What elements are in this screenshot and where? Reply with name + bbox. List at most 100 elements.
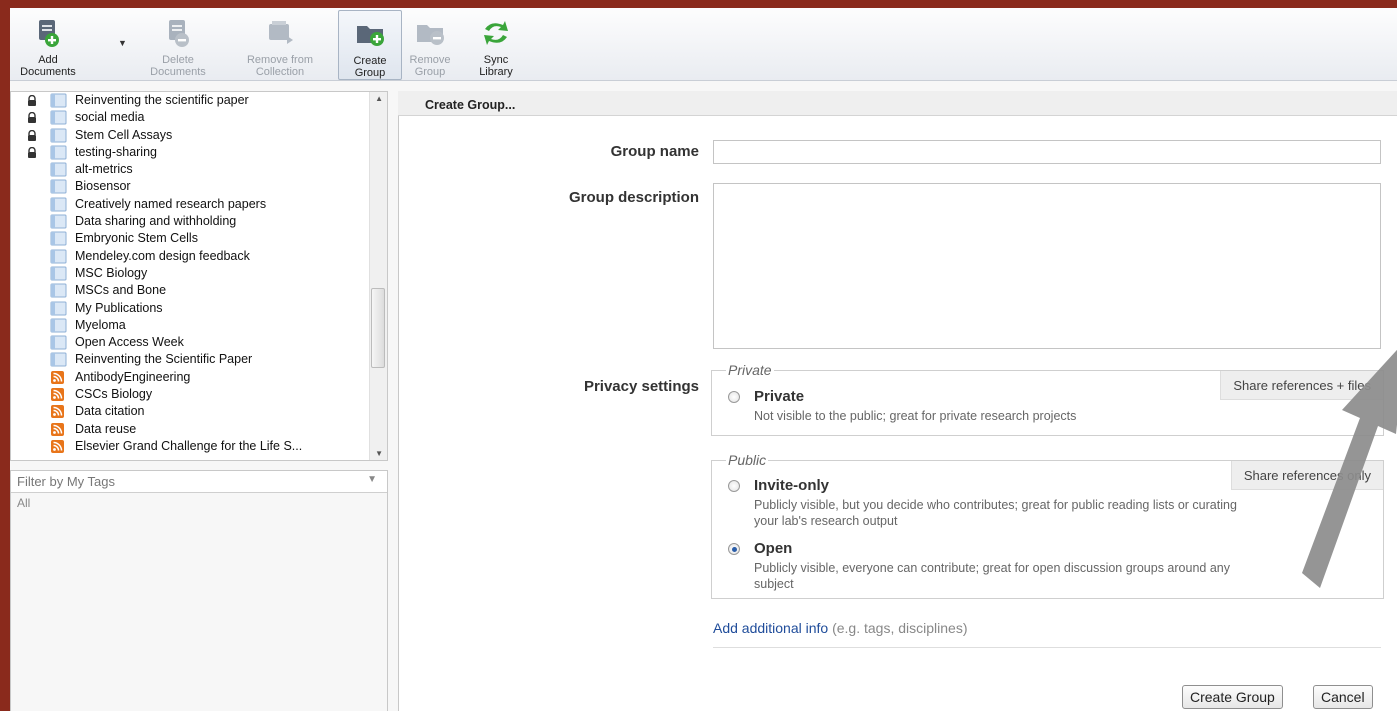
private-fieldset: Private Share references + files Private… — [711, 362, 1384, 436]
groups-scrollbar[interactable]: ▲ ▼ — [369, 92, 387, 460]
sidebar-group-item[interactable]: Elsevier Grand Challenge for the Life S.… — [11, 438, 387, 455]
sidebar-group-item[interactable]: Mendeley.com design feedback — [11, 248, 387, 265]
remove-group-button[interactable]: Remove Group — [404, 10, 456, 80]
lock-icon — [28, 129, 36, 141]
group-name-input[interactable] — [713, 140, 1381, 164]
rss-icon — [51, 439, 64, 453]
group-icon — [50, 214, 67, 229]
create-group-form: Group name Group description Privacy set… — [398, 116, 1397, 711]
mendeley-window: Add Documents ▼ Delete Documents Remove … — [10, 8, 1397, 711]
group-icon — [50, 110, 67, 125]
sidebar-group-label: Embryonic Stem Cells — [75, 231, 198, 246]
tag-filter-label: Filter by My Tags — [17, 474, 116, 489]
sidebar-group-label: Biosensor — [75, 179, 131, 194]
sidebar-group-item[interactable]: alt-metrics — [11, 161, 387, 178]
remove-group-label: Remove Group — [409, 54, 451, 78]
sidebar-group-item[interactable]: testing-sharing — [11, 144, 387, 161]
chevron-down-icon: ▼ — [367, 474, 377, 485]
lock-icon — [28, 95, 36, 106]
group-description-label: Group description — [568, 189, 699, 206]
lock-icon — [28, 112, 36, 124]
add-documents-button[interactable]: Add Documents — [12, 10, 84, 80]
sidebar-group-item[interactable]: My Publications — [11, 300, 387, 317]
sidebar-group-label: MSCs and Bone — [75, 283, 167, 298]
sidebar-group-item[interactable]: social media — [11, 109, 387, 126]
add-document-icon — [39, 20, 59, 47]
sidebar-group-item[interactable]: Myeloma — [11, 317, 387, 334]
page-title: Create Group... — [398, 91, 1397, 116]
group-icon — [50, 352, 67, 367]
sidebar-group-item[interactable]: Data citation — [11, 403, 387, 420]
groups-list: Reinventing the scientific paper social m… — [10, 91, 388, 461]
group-icon — [50, 162, 67, 177]
sidebar-group-item[interactable]: Data reuse — [11, 421, 387, 438]
invite-only-option-title: Invite-only — [754, 477, 830, 494]
sidebar-group-item[interactable]: MSCs and Bone — [11, 282, 387, 299]
sidebar-group-item[interactable]: Creatively named research papers — [11, 196, 387, 213]
delete-document-icon — [169, 20, 189, 47]
sidebar-group-label: Data sharing and withholding — [75, 214, 237, 229]
group-icon — [50, 318, 67, 333]
remove-from-collection-button[interactable]: Remove from Collection — [226, 10, 334, 80]
private-radio[interactable] — [728, 391, 740, 403]
sidebar-group-item[interactable]: Embryonic Stem Cells — [11, 230, 387, 247]
sync-icon — [484, 21, 508, 45]
sidebar-group-label: testing-sharing — [75, 144, 157, 159]
group-icon — [50, 335, 67, 350]
scroll-thumb[interactable] — [371, 288, 385, 368]
add-documents-dropdown-icon[interactable]: ▼ — [118, 38, 127, 48]
lock-icon — [28, 146, 36, 158]
group-icon — [50, 301, 67, 316]
sidebar-group-label: MSC Biology — [75, 265, 148, 280]
remove-group-icon — [417, 25, 444, 45]
tag-filter-all-item[interactable]: All — [11, 493, 387, 513]
tag-filter-pane: Filter by My Tags ▼ All — [10, 470, 388, 711]
add-info-row: Add additional info (e.g. tags, discipli… — [713, 620, 968, 636]
add-info-hint: (e.g. tags, disciplines) — [828, 620, 968, 636]
group-icon — [50, 266, 67, 281]
share-references-files-badge: Share references + files — [1220, 371, 1383, 400]
sidebar-group-label: Reinventing the scientific paper — [75, 93, 249, 107]
add-documents-label: Add Documents — [20, 54, 76, 78]
create-group-button[interactable]: Create Group — [338, 10, 402, 80]
public-legend: Public — [726, 452, 769, 468]
sidebar-group-label: Myeloma — [75, 317, 126, 332]
sidebar-group-label: Open Access Week — [75, 335, 184, 350]
group-icon — [50, 197, 67, 212]
group-description-textarea[interactable] — [713, 183, 1381, 349]
sidebar-group-item[interactable]: Biosensor — [11, 178, 387, 195]
sidebar-group-label: Data citation — [75, 404, 145, 419]
create-group-submit-button[interactable]: Create Group — [1182, 685, 1283, 709]
rss-icon — [51, 405, 64, 419]
private-legend: Private — [726, 362, 774, 378]
sidebar-group-item[interactable]: AntibodyEngineering — [11, 369, 387, 386]
public-fieldset: Public Share references only Invite-only… — [711, 452, 1384, 599]
private-option-description: Not visible to the public; great for pri… — [754, 409, 1077, 423]
private-option-title: Private — [754, 388, 805, 405]
sidebar-group-label: CSCs Biology — [75, 387, 153, 402]
add-additional-info-link[interactable]: Add additional info — [713, 620, 828, 636]
invite-only-radio[interactable] — [728, 480, 740, 492]
scroll-up-icon[interactable]: ▲ — [375, 94, 383, 103]
rss-icon — [51, 370, 64, 384]
sidebar-group-item[interactable]: MSC Biology — [11, 265, 387, 282]
delete-documents-button[interactable]: Delete Documents — [138, 10, 218, 80]
sync-library-button[interactable]: Sync Library — [464, 10, 528, 80]
open-option-description-line2: subject — [754, 577, 794, 591]
open-radio[interactable] — [728, 543, 740, 555]
share-references-only-badge: Share references only — [1230, 461, 1383, 490]
tag-filter-select[interactable]: Filter by My Tags ▼ — [11, 471, 387, 493]
sidebar-group-item[interactable]: Open Access Week — [11, 334, 387, 351]
scroll-down-icon[interactable]: ▼ — [375, 449, 383, 458]
toolbar: Add Documents ▼ Delete Documents Remove … — [10, 8, 1397, 81]
sidebar-group-label: Data reuse — [75, 421, 137, 436]
sidebar-group-item[interactable]: Stem Cell Assays — [11, 127, 387, 144]
sidebar-group-item[interactable]: CSCs Biology — [11, 386, 387, 403]
sidebar-group-item[interactable]: Data sharing and withholding — [11, 213, 387, 230]
sidebar-group-item[interactable]: Reinventing the Scientific Paper — [11, 351, 387, 368]
cancel-button[interactable]: Cancel — [1313, 685, 1373, 709]
invite-only-option-description-line1: Publicly visible, but you decide who con… — [754, 498, 1237, 512]
group-icon — [50, 93, 67, 108]
sidebar-group-item[interactable]: Reinventing the scientific paper — [11, 92, 387, 109]
sidebar-group-label: Stem Cell Assays — [75, 127, 173, 142]
